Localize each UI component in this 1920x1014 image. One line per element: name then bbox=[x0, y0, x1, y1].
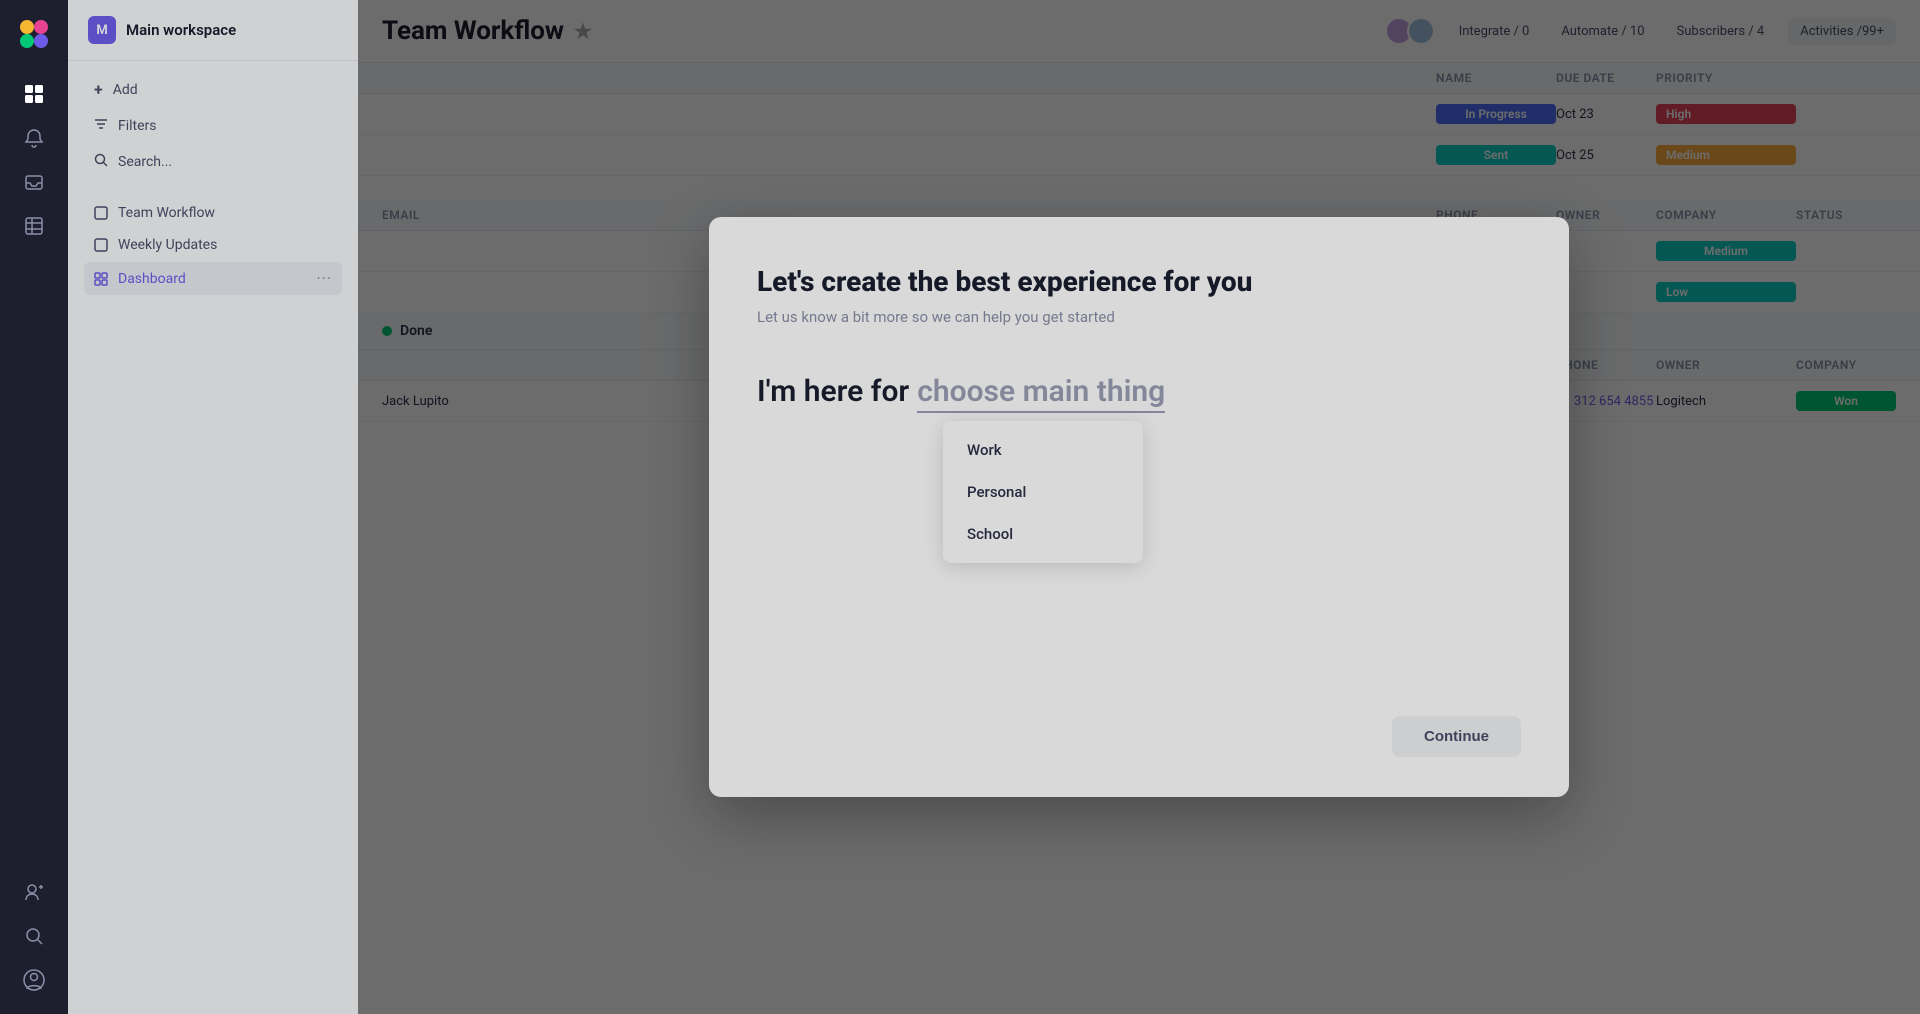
page-icon bbox=[94, 206, 108, 220]
grid-icon[interactable] bbox=[16, 76, 52, 112]
search-bottom-icon[interactable] bbox=[16, 918, 52, 954]
nav-sidebar: M Main workspace + Add Filters bbox=[68, 0, 358, 1014]
question-placeholder[interactable]: choose main thing bbox=[917, 374, 1165, 413]
inbox-icon[interactable] bbox=[16, 164, 52, 200]
workspace-avatar: M bbox=[88, 16, 116, 44]
icon-sidebar bbox=[0, 0, 68, 1014]
add-label: Add bbox=[113, 82, 138, 98]
main-content: Team Workflow ★ Integrate / 0 Automate /… bbox=[358, 0, 1920, 1014]
add-icon: + bbox=[94, 80, 103, 99]
nav-item-label: Team Workflow bbox=[118, 205, 215, 221]
nav-item-dashboard[interactable]: Dashboard ··· bbox=[84, 262, 342, 295]
nav-item-team-workflow[interactable]: Team Workflow bbox=[84, 198, 342, 228]
modal-title: Let's create the best experience for you bbox=[757, 265, 1521, 298]
nav-item-actions[interactable]: ··· bbox=[316, 269, 332, 288]
nav-header: M Main workspace bbox=[68, 0, 358, 61]
search-icon bbox=[94, 153, 108, 171]
dropdown-item-personal[interactable]: Personal bbox=[943, 471, 1143, 513]
search-label: Search... bbox=[118, 154, 172, 170]
modal-question: I'm here for choose main thing Work Pers… bbox=[757, 374, 1521, 413]
modal-subtitle: Let us know a bit more so we can help yo… bbox=[757, 308, 1521, 326]
nav-item-label-3: Dashboard bbox=[118, 271, 186, 287]
search-button[interactable]: Search... bbox=[84, 146, 342, 178]
modal-footer: Continue bbox=[757, 692, 1521, 757]
nav-item-weekly-updates[interactable]: Weekly Updates bbox=[84, 230, 342, 260]
modal-dialog: Let's create the best experience for you… bbox=[709, 217, 1569, 797]
app-logo[interactable] bbox=[16, 16, 52, 52]
modal-overlay[interactable]: Let's create the best experience for you… bbox=[358, 0, 1920, 1014]
user-avatar-icon[interactable] bbox=[16, 962, 52, 998]
filter-icon bbox=[94, 117, 108, 135]
dropdown-item-school[interactable]: School bbox=[943, 513, 1143, 555]
question-static: I'm here for bbox=[757, 374, 909, 409]
dropdown-menu: Work Personal School bbox=[943, 421, 1143, 563]
workspace-name: Main workspace bbox=[126, 21, 236, 39]
page-icon-2 bbox=[94, 238, 108, 252]
bell-icon[interactable] bbox=[16, 120, 52, 156]
dropdown-item-work[interactable]: Work bbox=[943, 429, 1143, 471]
filters-label: Filters bbox=[118, 118, 157, 134]
nav-actions: + Add Filters Search... bbox=[68, 61, 358, 190]
table-icon[interactable] bbox=[16, 208, 52, 244]
continue-button[interactable]: Continue bbox=[1392, 716, 1521, 757]
nav-item-label-2: Weekly Updates bbox=[118, 237, 217, 253]
dashboard-icon bbox=[94, 272, 108, 286]
add-button[interactable]: + Add bbox=[84, 73, 342, 106]
nav-section: Team Workflow Weekly Updates Dashboard ·… bbox=[68, 190, 358, 303]
user-plus-icon[interactable] bbox=[16, 874, 52, 910]
filters-button[interactable]: Filters bbox=[84, 110, 342, 142]
